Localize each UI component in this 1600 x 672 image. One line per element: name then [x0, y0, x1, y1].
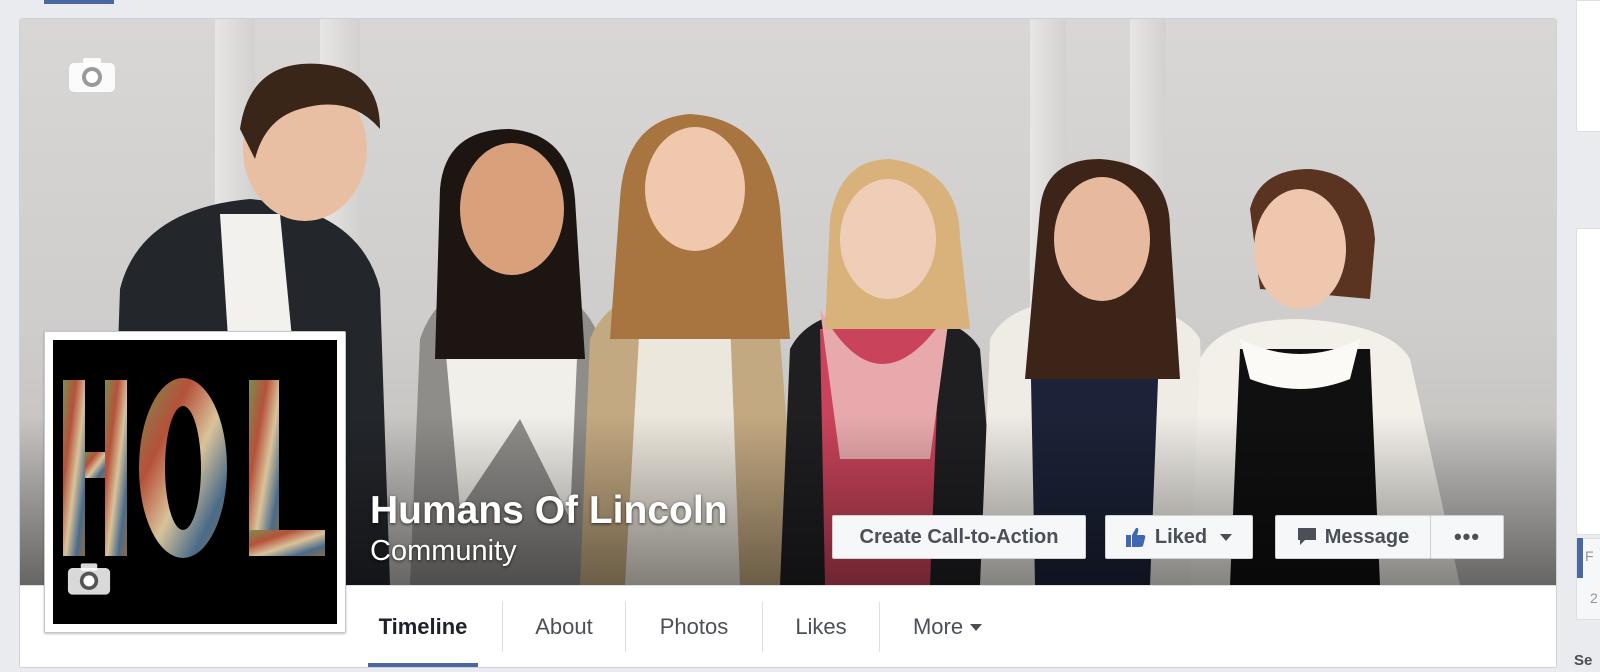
- tab-photos[interactable]: Photos: [626, 586, 762, 667]
- liked-button[interactable]: Liked: [1105, 515, 1253, 559]
- message-label: Message: [1324, 525, 1410, 548]
- tab-label: More: [912, 614, 964, 639]
- create-call-to-action-button[interactable]: Create Call-to-Action: [832, 515, 1086, 559]
- page-header-card: Humans Of Lincoln Community Create Call-…: [19, 18, 1557, 668]
- right-column-text: F: [1585, 548, 1594, 564]
- tab-about[interactable]: About: [503, 586, 625, 667]
- right-column-panel: [1576, 0, 1600, 132]
- tab-label: About: [535, 614, 593, 639]
- liked-label: Liked: [1154, 525, 1208, 548]
- tab-more[interactable]: More: [880, 586, 1016, 667]
- profile-picture[interactable]: [44, 331, 346, 633]
- tab-label: Likes: [795, 614, 847, 639]
- top-nav-accent: [44, 0, 114, 4]
- more-actions-icon: •••: [1453, 524, 1481, 549]
- camera-icon[interactable]: [67, 562, 111, 596]
- create-call-to-action-label: Create Call-to-Action: [859, 525, 1059, 548]
- more-actions-button[interactable]: •••: [1430, 515, 1504, 559]
- page-category[interactable]: Community: [370, 535, 517, 568]
- right-column-selected-indicator: [1577, 538, 1583, 578]
- tab-timeline[interactable]: Timeline: [368, 586, 478, 667]
- right-column-panel: [1576, 228, 1600, 535]
- tab-likes[interactable]: Likes: [763, 586, 879, 667]
- caret-down-icon: [1220, 534, 1233, 541]
- speech-bubble-icon: [1297, 528, 1316, 545]
- page-title[interactable]: Humans Of Lincoln: [370, 489, 728, 533]
- camera-icon[interactable]: [68, 57, 116, 93]
- message-button[interactable]: Message: [1275, 515, 1431, 559]
- thumbs-up-icon: [1125, 527, 1146, 547]
- caret-down-icon: [970, 624, 983, 631]
- tab-label: Timeline: [378, 614, 468, 639]
- right-column-text[interactable]: Se: [1574, 652, 1592, 669]
- tab-active-indicator: [368, 663, 478, 667]
- right-column-text: 2: [1590, 590, 1598, 606]
- tab-label: Photos: [659, 614, 729, 639]
